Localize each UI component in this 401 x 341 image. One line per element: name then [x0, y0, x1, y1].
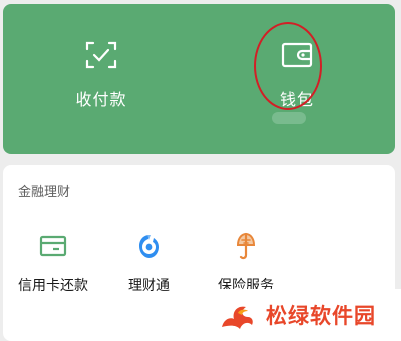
wallet-button[interactable]: 钱包: [199, 4, 395, 154]
watermark-text: 松绿软件园: [266, 304, 376, 328]
site-watermark: 松绿软件园: [202, 289, 401, 341]
credit-card-repay-button[interactable]: 信用卡还款: [18, 231, 88, 295]
wealth-management-icon: [133, 231, 165, 263]
receive-pay-button[interactable]: 收付款: [3, 4, 199, 154]
receive-pay-label: 收付款: [75, 90, 127, 109]
flame-logo-icon: [218, 297, 258, 333]
insurance-icon: [230, 231, 262, 263]
wealth-management-label: 理财通: [128, 278, 170, 294]
wallet-icon: [279, 40, 315, 70]
wallet-label: 钱包: [279, 90, 314, 109]
wallet-badge: [272, 112, 306, 124]
scan-check-icon: [83, 40, 119, 70]
credit-card-repay-label: 信用卡还款: [18, 278, 88, 294]
credit-card-repay-icon: [37, 231, 69, 263]
wechat-pay-page: 收付款 钱包 金融理财 信用卡还款 理财通 保险服务 松绿软件园: [0, 0, 401, 341]
section-title: 金融理财: [18, 185, 71, 200]
insurance-service-button[interactable]: 保险服务: [218, 231, 274, 295]
pay-wallet-panel: 收付款 钱包: [3, 4, 395, 154]
wealth-management-button[interactable]: 理财通: [128, 231, 170, 295]
